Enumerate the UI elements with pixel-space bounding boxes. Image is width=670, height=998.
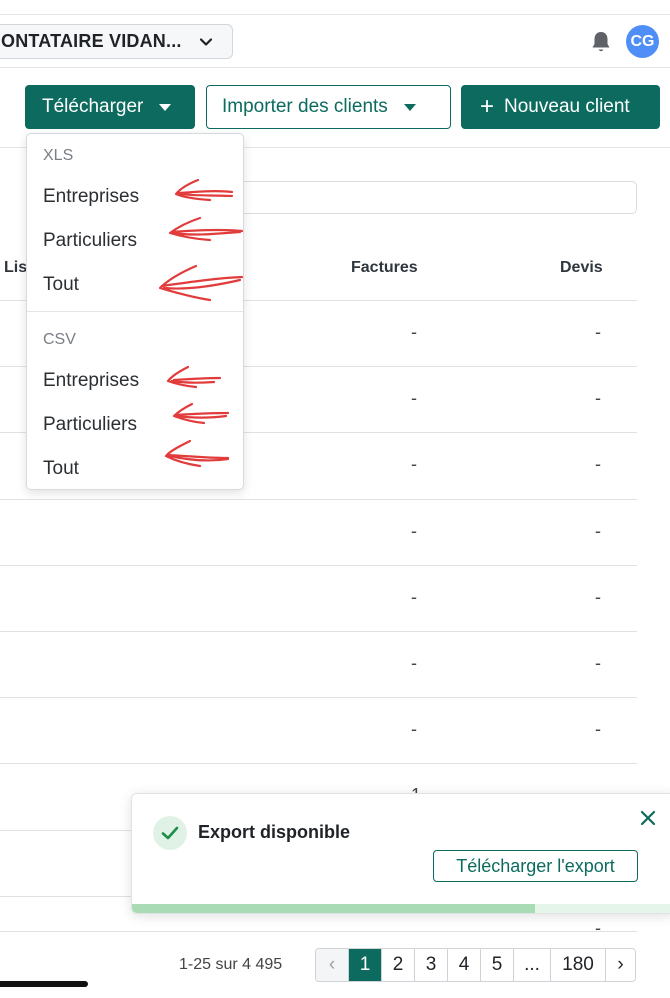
search-input[interactable] xyxy=(232,181,637,214)
pagination: ‹ 1 2 3 4 5 ... 180 › xyxy=(315,948,636,982)
menu-group-csv: CSV xyxy=(43,331,76,348)
cell-devis: - xyxy=(595,521,601,541)
bell-icon[interactable] xyxy=(590,30,612,54)
menu-item-csv-tout[interactable]: Tout xyxy=(43,458,79,480)
cell-factures: - xyxy=(411,322,417,342)
cell-devis: - xyxy=(595,918,601,938)
close-icon[interactable] xyxy=(637,807,659,829)
cell-devis: - xyxy=(595,653,601,673)
new-client-button[interactable]: + Nouveau client xyxy=(461,85,660,129)
pagination-range: 1-25 sur 4 495 xyxy=(179,956,283,973)
menu-item-xls-particuliers[interactable]: Particuliers xyxy=(43,230,137,252)
cell-devis: - xyxy=(595,454,601,474)
caret-down-icon xyxy=(403,103,416,111)
new-client-label: Nouveau client xyxy=(504,96,630,117)
menu-item-csv-particuliers[interactable]: Particuliers xyxy=(43,414,137,436)
cell-devis: - xyxy=(595,719,601,739)
cell-factures: - xyxy=(411,719,417,739)
cell-devis: - xyxy=(595,587,601,607)
table-row xyxy=(0,565,637,566)
check-icon xyxy=(153,816,187,850)
table-row xyxy=(0,631,637,632)
cell-devis: - xyxy=(595,322,601,342)
menu-item-xls-entreprises[interactable]: Entreprises xyxy=(43,186,139,208)
caret-down-icon xyxy=(159,103,172,111)
page-button[interactable]: 180 xyxy=(550,949,605,981)
import-button-label: Importer des clients xyxy=(222,96,388,117)
column-header-factures[interactable]: Factures xyxy=(351,259,418,277)
toast-title: Export disponible xyxy=(198,822,351,842)
menu-item-csv-entreprises[interactable]: Entreprises xyxy=(43,370,139,392)
cell-factures: - xyxy=(411,521,417,541)
cell-devis: - xyxy=(595,388,601,408)
column-header-devis[interactable]: Devis xyxy=(560,259,603,277)
cell-factures: - xyxy=(411,653,417,673)
download-menu: XLS Entreprises Particuliers Tout CSV En… xyxy=(26,133,244,490)
cell-factures: - xyxy=(411,587,417,607)
column-header-lis: Lis xyxy=(4,259,28,276)
table-row xyxy=(0,499,637,500)
page-button[interactable]: 3 xyxy=(414,949,447,981)
avatar[interactable]: CG xyxy=(626,25,659,58)
menu-divider xyxy=(27,311,243,312)
download-button-label: Télécharger xyxy=(42,96,144,117)
toast-progress-track xyxy=(132,904,670,913)
menu-item-xls-tout[interactable]: Tout xyxy=(43,274,79,296)
page-button[interactable]: 1 xyxy=(348,949,381,981)
page-button[interactable]: 5 xyxy=(480,949,513,981)
next-page-button[interactable]: › xyxy=(605,949,635,981)
download-button[interactable]: Télécharger xyxy=(25,85,195,129)
toast-progress-fill xyxy=(132,904,536,913)
page-ellipsis: ... xyxy=(513,949,550,981)
table-footer-divider xyxy=(0,931,637,932)
page-button[interactable]: 4 xyxy=(447,949,480,981)
company-selector[interactable]: ONTATAIRE VIDAN... xyxy=(0,24,233,59)
table-row xyxy=(0,697,637,698)
menu-group-xls: XLS xyxy=(43,147,74,164)
top-bar: ONTATAIRE VIDAN... CG xyxy=(0,14,670,68)
table-row xyxy=(0,763,637,764)
page-button[interactable]: 2 xyxy=(381,949,414,981)
home-indicator xyxy=(0,981,88,987)
download-export-button[interactable]: Télécharger l'export xyxy=(433,850,638,882)
chevron-down-icon xyxy=(199,38,213,46)
prev-page-button[interactable]: ‹ xyxy=(316,949,348,981)
import-clients-button[interactable]: Importer des clients xyxy=(206,85,451,129)
cell-factures: - xyxy=(411,388,417,408)
export-toast: Export disponible Télécharger l'export xyxy=(131,793,670,914)
cell-factures: - xyxy=(411,454,417,474)
plus-icon: + xyxy=(480,93,495,120)
company-name: ONTATAIRE VIDAN... xyxy=(1,31,182,51)
